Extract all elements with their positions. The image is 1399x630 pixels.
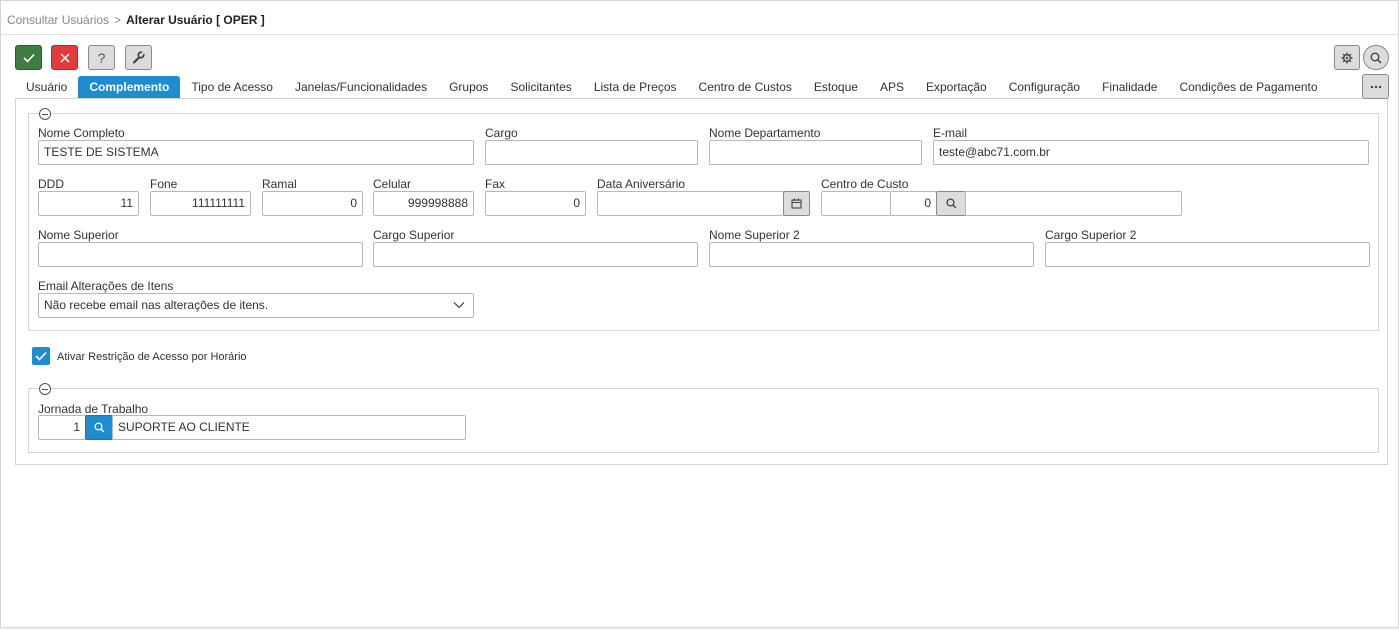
restricao-horario-label: Ativar Restrição de Acesso por Horário xyxy=(57,351,247,363)
nome-departamento-label: Nome Departamento xyxy=(709,126,821,140)
tab-solicitantes[interactable]: Solicitantes xyxy=(499,76,582,99)
tab-finalidade[interactable]: Finalidade xyxy=(1091,76,1168,99)
cargo-superior-label: Cargo Superior xyxy=(373,228,455,242)
nome-superior-input[interactable] xyxy=(38,242,363,267)
tab-centro-de-custos[interactable]: Centro de Custos xyxy=(688,76,803,99)
nome-superior-2-label: Nome Superior 2 xyxy=(709,228,800,242)
wrench-icon xyxy=(132,51,145,64)
ddd-input[interactable]: 11 xyxy=(38,191,139,216)
tab-janelas-funcionalidades[interactable]: Janelas/Funcionalidades xyxy=(284,76,438,99)
email-input[interactable]: teste@abc71.com.br xyxy=(933,140,1369,165)
close-icon xyxy=(59,52,70,63)
more-tabs-button[interactable] xyxy=(1362,74,1389,99)
calendar-icon xyxy=(791,198,802,209)
centro-custo-description-input[interactable] xyxy=(965,191,1182,216)
search-icon xyxy=(93,422,104,433)
email-alteracoes-label: Email Alterações de Itens xyxy=(38,279,174,293)
jornada-code-input[interactable]: 1 xyxy=(38,415,86,440)
search-icon xyxy=(1370,52,1382,64)
collapse-icon[interactable] xyxy=(39,108,51,120)
centro-custo-code2-input[interactable]: 0 xyxy=(890,191,937,216)
fone-input[interactable]: 111111111 xyxy=(150,191,251,216)
fax-label: Fax xyxy=(485,177,506,191)
breadcrumb: Consultar Usuários > Alterar Usuário [ OPE… xyxy=(7,13,265,27)
gear-icon xyxy=(1341,52,1353,63)
help-icon: ? xyxy=(97,49,106,66)
cargo-superior-2-input[interactable] xyxy=(1045,242,1370,267)
email-alteracoes-select[interactable]: Não recebe email nas alterações de itens… xyxy=(38,293,474,318)
tab-lista-de-precos[interactable]: Lista de Preços xyxy=(583,76,688,99)
page-title: Alterar Usuário [ OPER ] xyxy=(126,13,265,27)
celular-input[interactable]: 999998888 xyxy=(373,191,474,216)
ramal-label: Ramal xyxy=(262,177,297,191)
jornada-description-input[interactable]: SUPORTE AO CLIENTE xyxy=(112,415,466,440)
nome-superior-label: Nome Superior xyxy=(38,228,119,242)
tab-exportacao[interactable]: Exportação xyxy=(915,76,998,99)
tab-complemento[interactable]: Complemento xyxy=(78,76,181,99)
nome-completo-label: Nome Completo xyxy=(38,126,125,140)
check-icon xyxy=(35,351,47,361)
header-divider xyxy=(1,34,1398,35)
jornada-label: Jornada de Trabalho xyxy=(38,402,149,416)
tab-aps[interactable]: APS xyxy=(869,76,915,99)
fax-input[interactable]: 0 xyxy=(485,191,586,216)
nome-completo-input[interactable]: TESTE DE SISTEMA xyxy=(38,140,474,165)
centro-custo-code1-input[interactable] xyxy=(821,191,891,216)
tab-estoque[interactable]: Estoque xyxy=(803,76,869,99)
help-button[interactable]: ? xyxy=(88,45,115,70)
save-button[interactable] xyxy=(15,45,42,70)
more-icon xyxy=(1370,85,1381,88)
restricao-horario-checkbox[interactable] xyxy=(32,347,50,365)
fone-label: Fone xyxy=(150,177,178,191)
celular-label: Celular xyxy=(373,177,412,191)
tools-button[interactable] xyxy=(125,45,152,70)
ddd-label: DDD xyxy=(38,177,64,191)
data-aniversario-label: Data Aniversário xyxy=(597,177,686,191)
cargo-label: Cargo xyxy=(485,126,518,140)
collapse-icon[interactable] xyxy=(39,383,51,395)
tab-condicoes-de-pagamento[interactable]: Condições de Pagamento xyxy=(1168,76,1328,99)
email-label: E-mail xyxy=(933,126,968,140)
tab-grupos[interactable]: Grupos xyxy=(438,76,499,99)
tab-tipo-de-acesso[interactable]: Tipo de Acesso xyxy=(180,76,284,99)
cargo-superior-2-label: Cargo Superior 2 xyxy=(1045,228,1137,242)
tab-bar: Usuário Complemento Tipo de Acesso Janel… xyxy=(15,76,1329,99)
cargo-superior-input[interactable] xyxy=(373,242,698,267)
date-picker-button[interactable] xyxy=(783,191,810,216)
breadcrumb-parent-link[interactable]: Consultar Usuários xyxy=(7,13,109,27)
centro-custo-search-button[interactable] xyxy=(936,191,966,216)
centro-custo-label: Centro de Custo xyxy=(821,177,909,191)
ramal-input[interactable]: 0 xyxy=(262,191,363,216)
jornada-search-button[interactable] xyxy=(85,415,113,440)
cancel-button[interactable] xyxy=(51,45,78,70)
check-icon xyxy=(22,53,35,63)
settings-button[interactable] xyxy=(1334,45,1360,70)
email-alteracoes-value: Não recebe email nas alterações de itens… xyxy=(44,298,269,312)
search-icon xyxy=(945,198,956,209)
nome-superior-2-input[interactable] xyxy=(709,242,1034,267)
chevron-down-icon xyxy=(453,302,465,309)
nome-departamento-input[interactable] xyxy=(709,140,922,165)
cargo-input[interactable] xyxy=(485,140,698,165)
breadcrumb-separator: > xyxy=(114,13,122,27)
main-window: Consultar Usuários > Alterar Usuário [ OPE… xyxy=(0,0,1399,628)
search-button[interactable] xyxy=(1363,45,1389,70)
data-aniversario-input[interactable] xyxy=(597,191,784,216)
tab-configuracao[interactable]: Configuração xyxy=(998,76,1091,99)
tab-usuario[interactable]: Usuário xyxy=(15,76,78,99)
